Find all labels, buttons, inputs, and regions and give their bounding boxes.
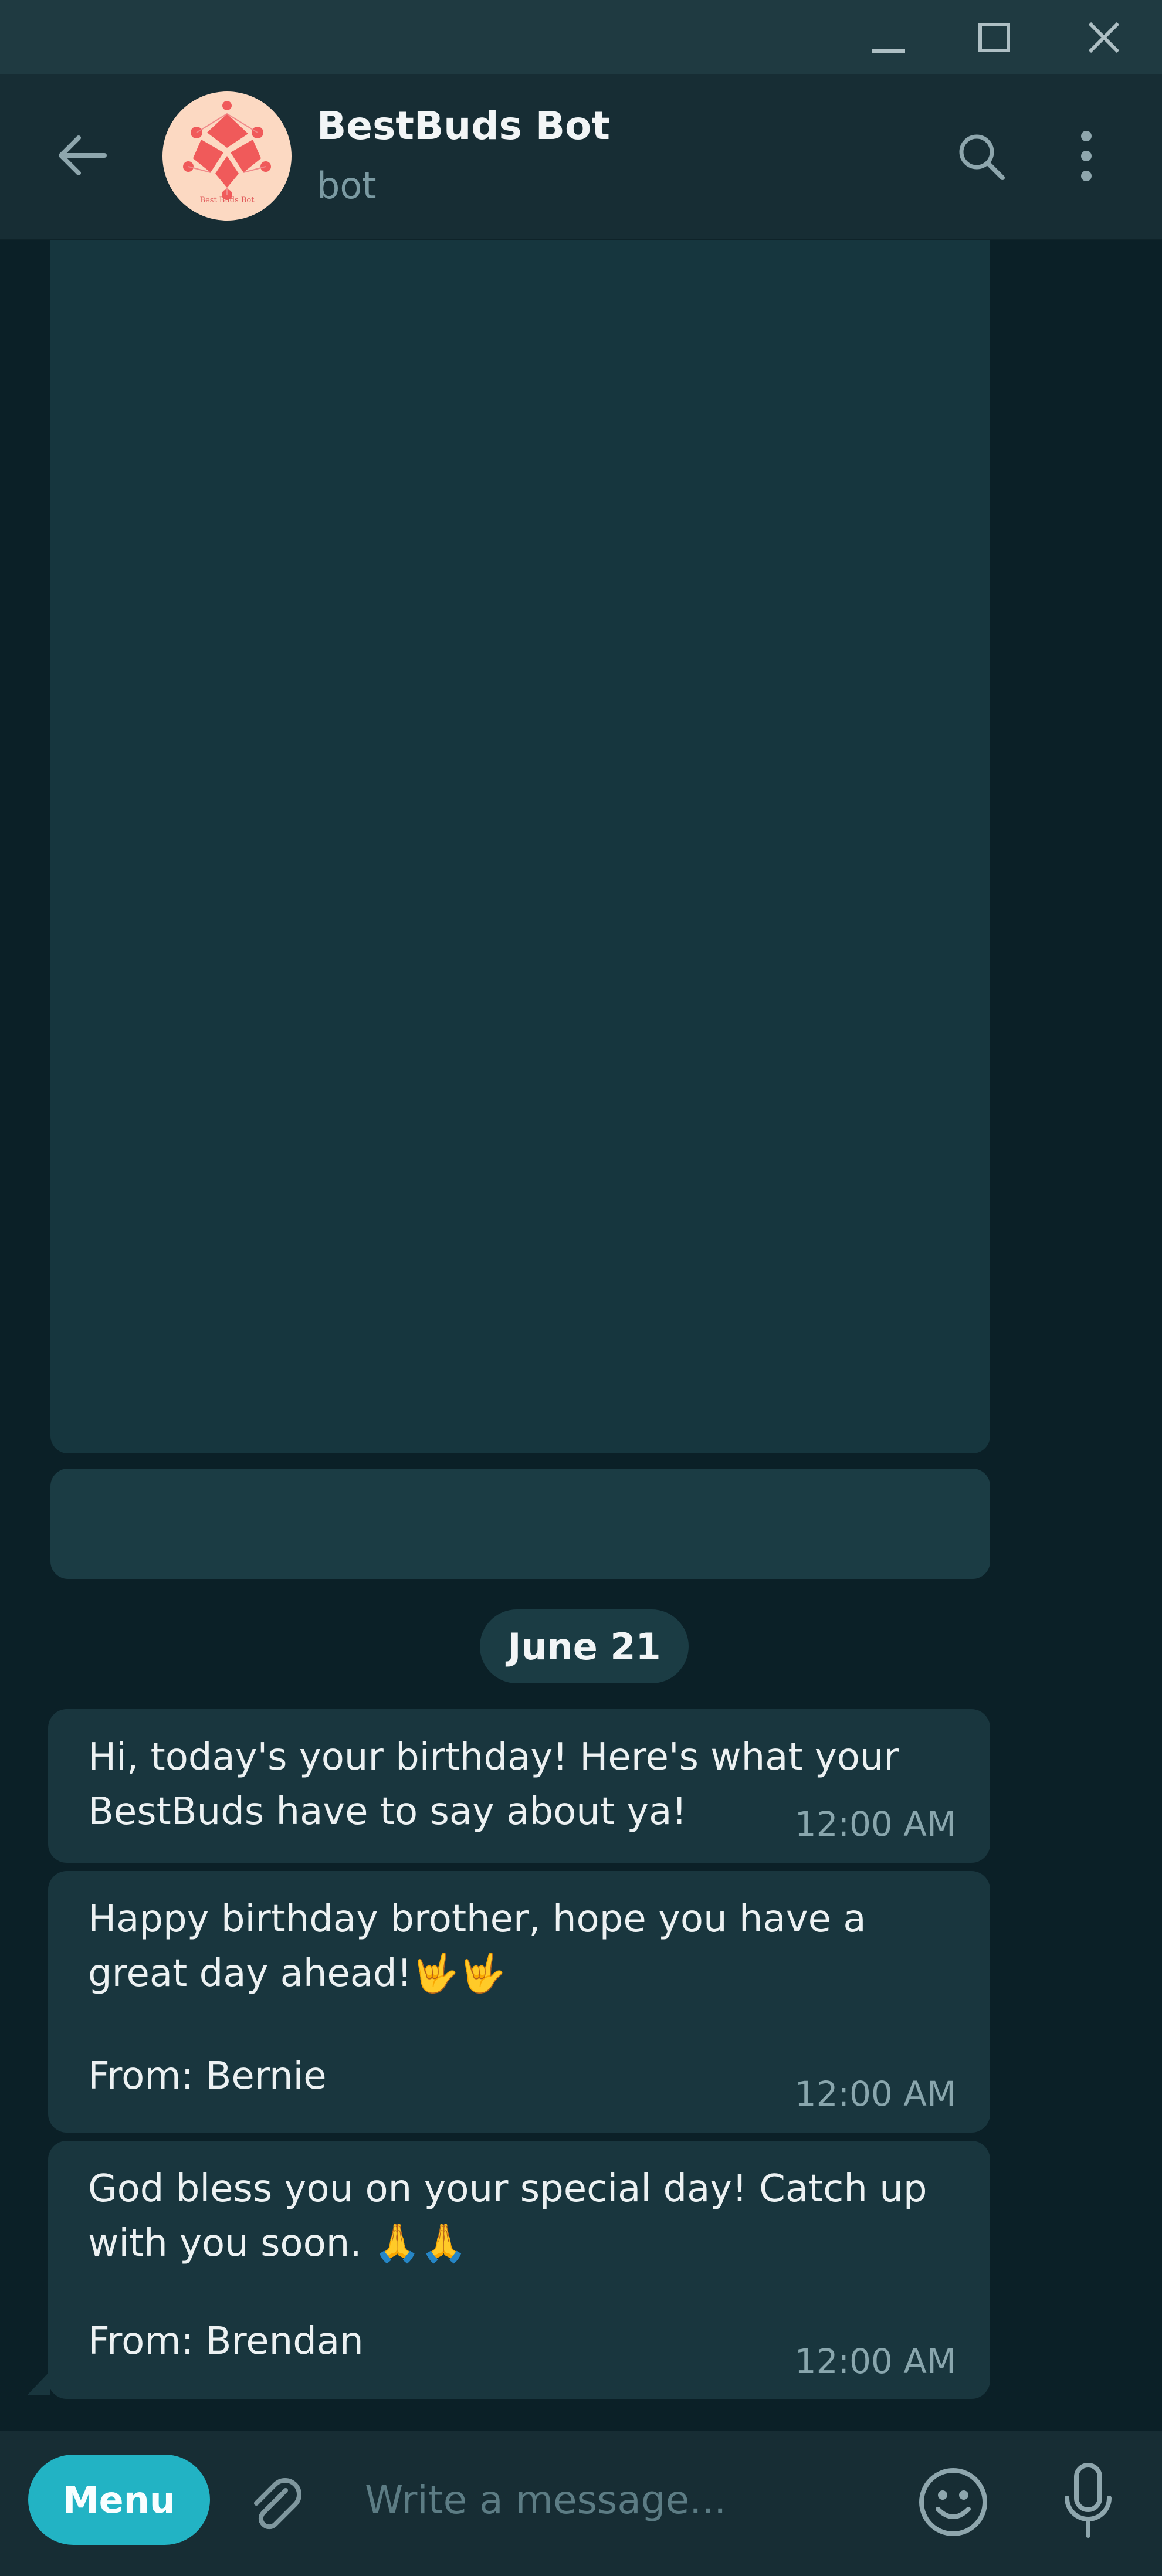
paperclip-icon xyxy=(254,2477,302,2530)
chat-title[interactable]: BestBuds Bot xyxy=(317,103,610,148)
search-icon xyxy=(959,134,1005,180)
bubble-tail xyxy=(27,2371,50,2395)
close-icon xyxy=(1088,22,1120,53)
date-separator: June 21 xyxy=(480,1609,689,1683)
minimize-button[interactable] xyxy=(859,8,918,67)
hand-emoji: 🤟🤟 xyxy=(412,1952,506,1995)
avatar-caption: Best Buds Bot xyxy=(199,196,255,205)
chat-subtitle: bot xyxy=(317,164,377,207)
message-bubble[interactable]: God bless you on your special day! Catch… xyxy=(48,2141,990,2399)
voice-record-button[interactable] xyxy=(1050,2458,1126,2546)
media-message-placeholder[interactable] xyxy=(50,240,990,1453)
message-text-line: great day ahead!🤟🤟 xyxy=(88,1947,506,2001)
window-titlebar xyxy=(0,0,1162,74)
smiley-icon xyxy=(919,2468,987,2536)
message-text-line: God bless you on your special day! Catch… xyxy=(88,2167,927,2211)
microphone-icon xyxy=(1065,2463,1112,2538)
arrow-left-icon xyxy=(59,135,107,175)
message-time: 12:00 AM xyxy=(794,1804,956,1844)
message-bubble[interactable]: Happy birthday brother, hope you have a … xyxy=(48,1871,990,2133)
message-text: with you soon. xyxy=(88,2222,374,2265)
maximize-button[interactable] xyxy=(965,8,1024,67)
message-time: 12:00 AM xyxy=(794,2341,956,2381)
message-text-line: Happy birthday brother, hope you have a xyxy=(88,1897,866,1941)
message-sender: From: Brendan xyxy=(88,2320,364,2363)
bot-avatar[interactable]: Best Buds Bot xyxy=(162,91,292,221)
search-button[interactable] xyxy=(951,127,1010,185)
message-sender: From: Bernie xyxy=(88,2055,327,2098)
more-options-button[interactable] xyxy=(1057,127,1116,185)
message-bubble[interactable]: Hi, today's your birthday! Here's what y… xyxy=(48,1709,990,1863)
message-text-line: with you soon. 🙏🙏 xyxy=(88,2216,467,2271)
message-time: 12:00 AM xyxy=(794,2074,956,2114)
back-button[interactable] xyxy=(53,126,111,185)
minimize-icon xyxy=(872,49,905,53)
pray-emoji: 🙏🙏 xyxy=(373,2222,467,2265)
emoji-button[interactable] xyxy=(912,2461,994,2543)
maximize-icon xyxy=(978,23,1010,52)
message-input[interactable] xyxy=(364,2461,894,2538)
bot-menu-button[interactable]: Menu xyxy=(28,2455,210,2545)
media-caption-placeholder[interactable] xyxy=(50,1469,990,1579)
message-text-line: Hi, today's your birthday! Here's what y… xyxy=(88,1736,899,1779)
attach-button[interactable] xyxy=(238,2467,314,2543)
close-window-button[interactable] xyxy=(1075,8,1133,67)
message-text-line: BestBuds have to say about ya! xyxy=(88,1790,687,1833)
more-vertical-icon xyxy=(1081,131,1092,181)
message-text: great day ahead! xyxy=(88,1952,412,1995)
